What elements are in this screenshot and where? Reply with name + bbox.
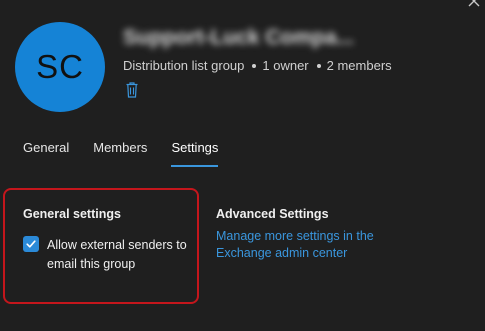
exchange-admin-center-link[interactable]: Manage more settings in the Exchange adm…: [216, 228, 396, 262]
member-count: 2 members: [326, 58, 392, 73]
meta-separator: [252, 63, 257, 68]
tab-members[interactable]: Members: [93, 140, 147, 165]
owner-count: 1 owner: [262, 58, 309, 73]
group-name: Support-Luck Compa...: [123, 26, 354, 49]
avatar: SC: [15, 22, 105, 112]
checkmark-icon: [26, 240, 36, 248]
tab-label: Settings: [171, 140, 219, 155]
close-icon[interactable]: [467, 0, 481, 8]
avatar-initials: SC: [36, 48, 84, 85]
tab-label: Members: [93, 140, 148, 155]
advanced-settings-title: Advanced Settings: [216, 207, 329, 221]
group-type: Distribution list group: [123, 58, 245, 73]
group-settings-panel: SC Support-Luck Compa... Distribution li…: [0, 0, 485, 331]
allow-external-checkbox[interactable]: [23, 236, 39, 252]
trash-icon[interactable]: [124, 81, 140, 99]
active-tab-indicator: [171, 165, 219, 167]
tab-label: General: [23, 140, 70, 155]
meta-separator: [316, 63, 321, 68]
group-meta: Distribution list group 1 owner 2 member…: [123, 58, 392, 73]
tab-settings[interactable]: Settings: [171, 140, 219, 167]
allow-external-label[interactable]: Allow external senders to email this gro…: [47, 236, 197, 274]
tab-general[interactable]: General: [23, 140, 69, 165]
general-settings-title: General settings: [23, 207, 121, 221]
tab-bar: General Members Settings: [23, 140, 242, 167]
